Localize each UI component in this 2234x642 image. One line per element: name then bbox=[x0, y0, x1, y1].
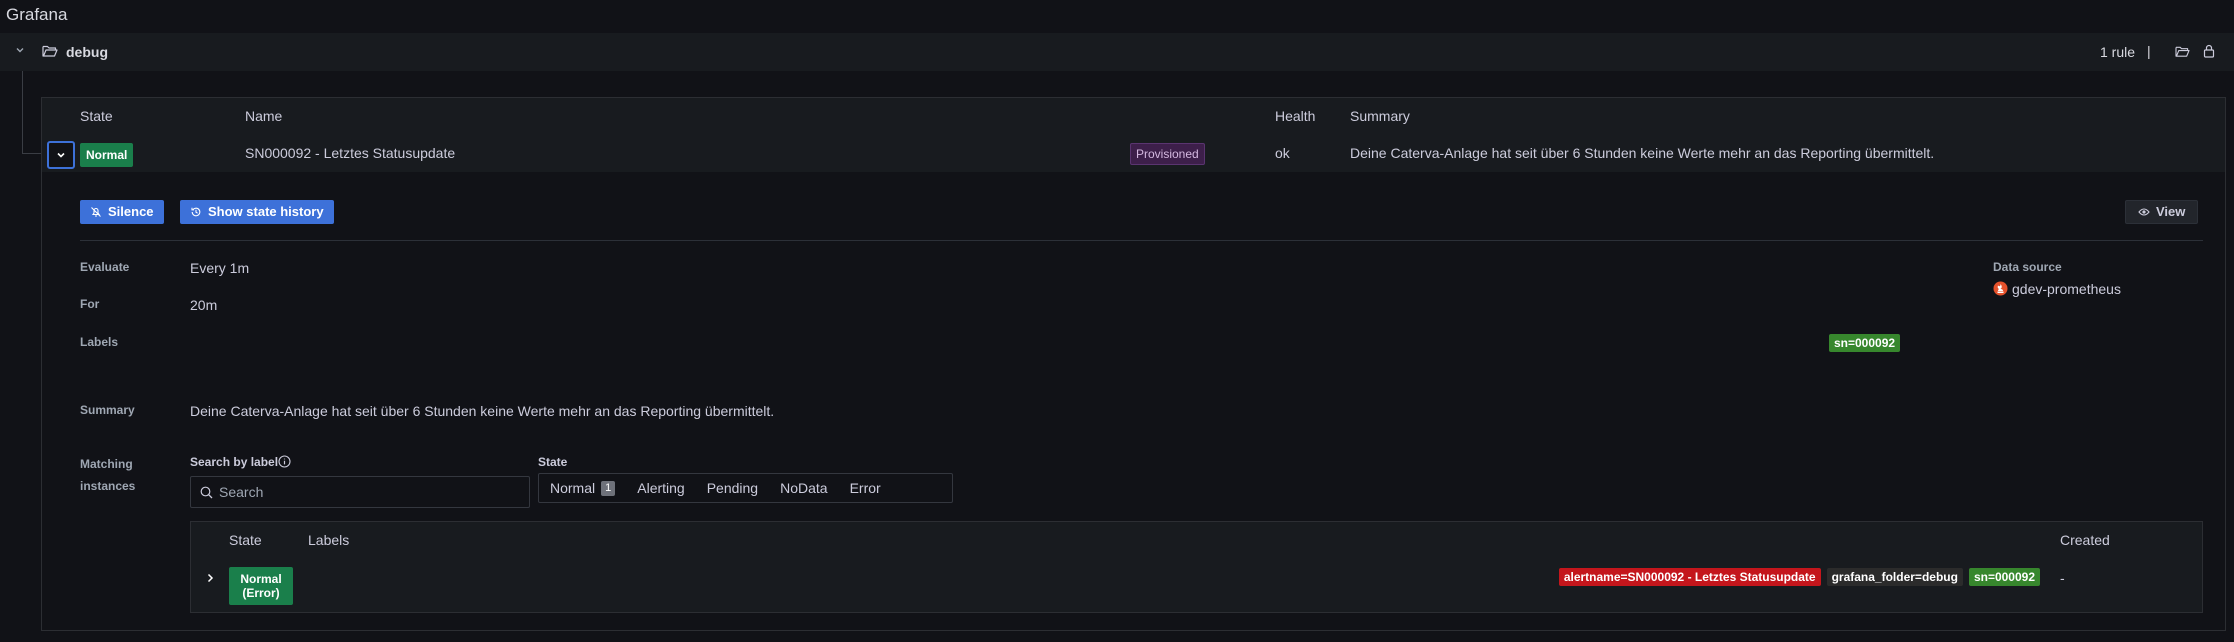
instances-header-state: State bbox=[229, 532, 262, 548]
column-header-summary: Summary bbox=[1350, 108, 1410, 124]
search-by-label-label: Search by label bbox=[190, 455, 279, 469]
label-tag: sn=000092 bbox=[1829, 334, 1901, 352]
state-option-alerting-label: Alerting bbox=[637, 480, 685, 496]
state-filter-label: State bbox=[538, 455, 568, 469]
view-button-label: View bbox=[2156, 204, 2186, 219]
folder-group-header[interactable] bbox=[0, 33, 2234, 71]
eye-icon bbox=[2138, 208, 2150, 216]
for-label: For bbox=[80, 297, 100, 311]
info-icon[interactable] bbox=[278, 455, 291, 468]
rules-table-header bbox=[42, 98, 2225, 134]
app-title: Grafana bbox=[6, 5, 68, 24]
folder-name: debug bbox=[66, 44, 108, 60]
show-state-history-label: Show state history bbox=[208, 204, 324, 219]
matching-instances-label-line1: Matching bbox=[80, 457, 133, 471]
instance-created: - bbox=[2060, 570, 2065, 586]
instance-state-line2: (Error) bbox=[242, 586, 280, 600]
header-separator: | bbox=[2147, 43, 2151, 59]
evaluate-label: Evaluate bbox=[80, 260, 130, 274]
rule-summary: Deine Caterva-Anlage hat seit über 6 Stu… bbox=[1350, 145, 1935, 161]
state-option-error-label: Error bbox=[849, 480, 881, 496]
instances-header-created: Created bbox=[2060, 532, 2110, 548]
summary-label: Summary bbox=[80, 403, 135, 417]
state-option-alerting[interactable]: Alerting bbox=[626, 474, 695, 502]
column-header-state: State bbox=[80, 108, 113, 124]
prometheus-icon bbox=[1993, 281, 2008, 296]
search-icon bbox=[200, 486, 213, 499]
instances-header-labels: Labels bbox=[308, 532, 350, 548]
state-option-pending-label: Pending bbox=[706, 480, 759, 496]
provisioned-badge: Provisioned bbox=[1130, 143, 1205, 165]
instance-labels: alertname=SN000092 - Letztes Statusupdat… bbox=[1558, 568, 2040, 586]
state-option-nodata[interactable]: NoData bbox=[769, 474, 838, 502]
history-icon bbox=[191, 207, 201, 217]
summary-value: Deine Caterva-Anlage hat seit über 6 Stu… bbox=[190, 403, 775, 419]
tree-connector-vertical bbox=[22, 71, 23, 153]
data-source-label: Data source bbox=[1993, 260, 2062, 274]
matching-instances-label-line2: instances bbox=[80, 479, 136, 493]
chevron-down-icon bbox=[57, 152, 65, 158]
silence-button-label: Silence bbox=[108, 204, 154, 219]
details-divider bbox=[80, 240, 2203, 241]
instance-label-tag: grafana_folder=debug bbox=[1826, 568, 1963, 586]
silence-button[interactable]: Silence bbox=[80, 200, 164, 224]
state-option-normal[interactable]: Normal 1 bbox=[539, 474, 626, 502]
folder-open-icon[interactable] bbox=[2175, 45, 2190, 58]
evaluate-value: Every 1m bbox=[190, 260, 250, 276]
search-field[interactable] bbox=[190, 476, 530, 508]
labels-label: Labels bbox=[80, 335, 119, 349]
instance-state-badge: Normal (Error) bbox=[229, 567, 293, 605]
lock-icon[interactable] bbox=[2203, 44, 2215, 58]
collapse-rule-button[interactable] bbox=[47, 141, 75, 169]
view-button[interactable]: View bbox=[2125, 200, 2199, 224]
rule-name: SN000092 - Letztes Statusupdate bbox=[245, 145, 456, 161]
column-header-name: Name bbox=[245, 108, 283, 124]
show-state-history-button[interactable]: Show state history bbox=[180, 200, 334, 224]
state-option-normal-label: Normal bbox=[550, 480, 596, 496]
search-input[interactable] bbox=[219, 477, 519, 507]
state-option-pending[interactable]: Pending bbox=[696, 474, 769, 502]
data-source-value[interactable]: gdev-prometheus bbox=[2012, 281, 2121, 297]
chevron-down-icon[interactable] bbox=[14, 44, 26, 56]
rule-count: 1 rule bbox=[2100, 44, 2136, 60]
for-value: 20m bbox=[190, 297, 218, 313]
column-header-health: Health bbox=[1275, 108, 1316, 124]
instance-state-line1: Normal bbox=[240, 572, 282, 586]
state-option-error[interactable]: Error bbox=[839, 474, 892, 502]
bell-slash-icon bbox=[91, 207, 101, 217]
state-filter-group: Normal 1 Alerting Pending NoData Error bbox=[538, 473, 953, 503]
chevron-right-icon[interactable] bbox=[204, 572, 216, 584]
state-option-normal-count: 1 bbox=[601, 480, 616, 496]
state-option-nodata-label: NoData bbox=[780, 480, 828, 496]
rule-health: ok bbox=[1275, 145, 1290, 161]
instance-label-tag: alertname=SN000092 - Letztes Statusupdat… bbox=[1558, 568, 1821, 586]
instances-table-header bbox=[191, 522, 2202, 558]
state-badge: Normal bbox=[80, 143, 134, 167]
folder-open-icon bbox=[42, 44, 58, 58]
instance-label-tag: sn=000092 bbox=[1968, 568, 2040, 586]
